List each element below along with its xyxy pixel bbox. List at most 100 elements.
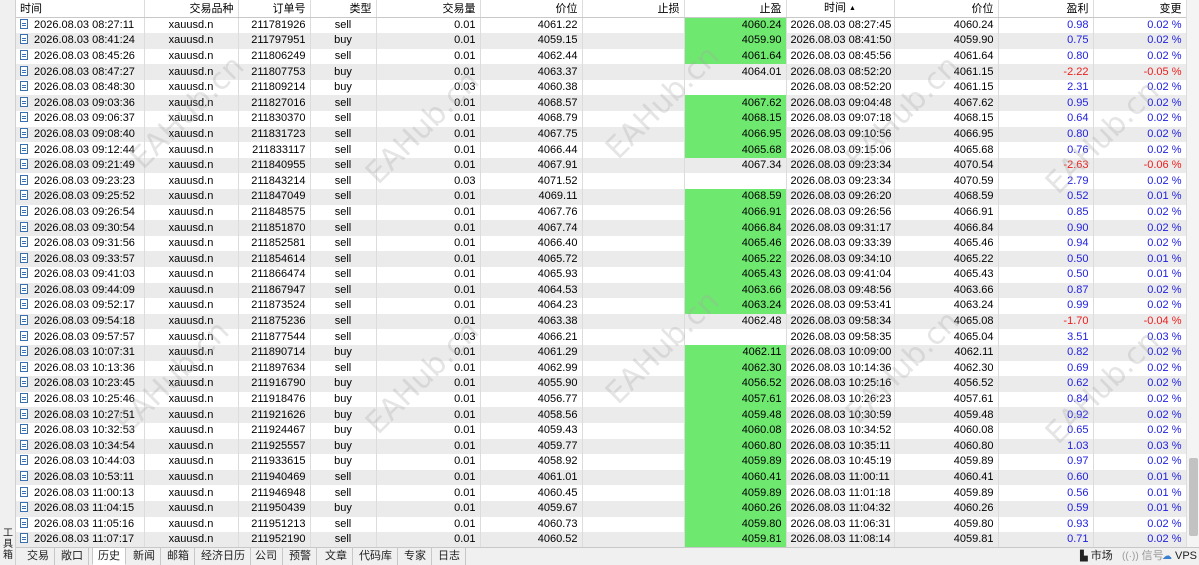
table-row[interactable]: 2026.08.03 10:32:53 xauusd.n 211924467 buy 0… — [16, 422, 1186, 439]
table-row[interactable]: 2026.08.03 10:27:51 xauusd.n 211921626 buy 0… — [16, 407, 1186, 423]
cell-volume: 0.01 — [376, 438, 481, 455]
table-row[interactable]: 2026.08.03 09:54:18 xauusd.n 211875236 sell… — [16, 313, 1186, 330]
column-header-price[interactable]: 价位 — [480, 0, 583, 18]
vps-status[interactable]: ☁ VPS — [1162, 548, 1197, 565]
table-row[interactable]: 2026.08.03 08:45:26 xauusd.n 211806249 sell… — [16, 48, 1186, 65]
table-row[interactable]: 2026.08.03 09:31:56 xauusd.n 211852581 sell… — [16, 235, 1186, 252]
cell-change: 0.03 % — [1093, 329, 1186, 345]
column-header-volume[interactable]: 交易量 — [376, 0, 481, 18]
cell-change: 0.02 % — [1093, 33, 1186, 49]
table-row[interactable]: 2026.08.03 10:44:03 xauusd.n 211933615 buy 0… — [16, 454, 1186, 470]
cell-close-time: 2026.08.03 10:35:11 — [786, 438, 895, 455]
tab-economic-calendar[interactable]: 经济日历 — [196, 548, 251, 565]
column-header-close-time[interactable]: 时间 ▲ — [786, 0, 895, 18]
tab-company[interactable]: 公司 — [250, 548, 283, 565]
table-row[interactable]: 2026.08.03 08:27:11 xauusd.n 211781926 sell… — [16, 17, 1186, 34]
table-row[interactable]: 2026.08.03 10:23:45 xauusd.n 211916790 buy 0… — [16, 376, 1186, 392]
table-row[interactable]: 2026.08.03 11:05:16 xauusd.n 211951213 sell… — [16, 516, 1186, 533]
table-row[interactable]: 2026.08.03 09:12:44 xauusd.n 211833117 sell… — [16, 142, 1186, 158]
table-row[interactable]: 2026.08.03 08:47:27 xauusd.n 211807753 buy 0… — [16, 64, 1186, 80]
vertical-scrollbar[interactable] — [1186, 0, 1199, 547]
cell-price: 4069.11 — [480, 189, 583, 205]
table-row[interactable]: 2026.08.03 09:08:40 xauusd.n 211831723 sell… — [16, 126, 1186, 143]
table-row[interactable]: 2026.08.03 09:06:37 xauusd.n 211830370 sell… — [16, 111, 1186, 127]
tab-news[interactable]: 新闻 — [128, 548, 161, 565]
table-row[interactable]: 2026.08.03 09:41:03 xauusd.n 211866474 sell… — [16, 267, 1186, 283]
cell-price: 4067.91 — [480, 157, 583, 174]
cell-close-price: 4060.80 — [894, 438, 999, 455]
cell-ticket: 211807753 — [238, 64, 311, 80]
column-header-time[interactable]: 时间 — [16, 0, 145, 18]
cell-volume: 0.01 — [376, 422, 481, 439]
table-row[interactable]: 2026.08.03 09:21:49 xauusd.n 211840955 sell… — [16, 157, 1186, 174]
tab-articles[interactable]: 文章 — [320, 548, 353, 565]
signal-status[interactable]: ((·)) 信号 — [1122, 548, 1164, 565]
cell-close-time: 2026.08.03 11:04:32 — [786, 500, 895, 517]
cell-stop-loss — [582, 251, 685, 267]
market-status[interactable]: ▙ 市场 — [1080, 548, 1113, 565]
column-header-stop-loss[interactable]: 止损 — [582, 0, 685, 18]
cell-volume: 0.01 — [376, 235, 481, 252]
column-header-change[interactable]: 变更 — [1093, 0, 1186, 18]
table-row[interactable]: 2026.08.03 09:52:17 xauusd.n 211873524 sell… — [16, 298, 1186, 314]
cell-stop-loss — [582, 204, 685, 221]
tab-trade[interactable]: 交易 — [22, 548, 55, 565]
cell-time: 2026.08.03 11:00:13 — [16, 485, 145, 501]
table-row[interactable]: 2026.08.03 11:00:13 xauusd.n 211946948 sell… — [16, 485, 1186, 501]
column-header-symbol[interactable]: 交易品种 — [144, 0, 239, 18]
cell-symbol: xauusd.n — [144, 220, 239, 236]
table-row[interactable]: 2026.08.03 09:03:36 xauusd.n 211827016 sell… — [16, 95, 1186, 112]
table-row[interactable]: 2026.08.03 09:44:09 xauusd.n 211867947 sell… — [16, 282, 1186, 299]
tab-mailbox[interactable]: 邮箱 — [162, 548, 195, 565]
tab-exposure[interactable]: 敞口 — [56, 548, 89, 565]
tab-journal[interactable]: 日志 — [433, 548, 466, 565]
cell-close-price: 4060.26 — [894, 500, 999, 517]
scrollbar-thumb[interactable] — [1189, 458, 1198, 536]
table-row[interactable]: 2026.08.03 08:48:30 xauusd.n 211809214 buy 0… — [16, 79, 1186, 96]
cell-volume: 0.01 — [376, 298, 481, 314]
cell-close-time: 2026.08.03 09:58:34 — [786, 313, 895, 330]
tab-history[interactable]: 历史 — [92, 548, 126, 565]
tab-experts[interactable]: 专家 — [399, 548, 432, 565]
cell-volume: 0.01 — [376, 407, 481, 423]
table-row[interactable]: 2026.08.03 09:57:57 xauusd.n 211877544 sell… — [16, 329, 1186, 345]
cell-volume: 0.01 — [376, 485, 481, 501]
column-header-profit[interactable]: 盈利 — [998, 0, 1094, 18]
column-header-ticket[interactable]: 订单号 — [238, 0, 311, 18]
column-header-take-profit[interactable]: 止盈 — [684, 0, 787, 18]
cell-symbol: xauusd.n — [144, 126, 239, 143]
cell-price: 4066.44 — [480, 142, 583, 158]
table-row[interactable]: 2026.08.03 10:13:36 xauusd.n 211897634 sell… — [16, 360, 1186, 377]
cell-change: 0.02 % — [1093, 173, 1186, 190]
cell-profit: 0.99 — [998, 298, 1094, 314]
cell-take-profit: 4063.24 — [684, 298, 787, 314]
cell-ticket: 211950439 — [238, 500, 311, 517]
column-header-close-price[interactable]: 价位 — [894, 0, 999, 18]
table-row[interactable]: 2026.08.03 08:41:24 xauusd.n 211797951 buy 0… — [16, 33, 1186, 49]
table-row[interactable]: 2026.08.03 09:33:57 xauusd.n 211854614 sell… — [16, 251, 1186, 267]
cell-ticket: 211946948 — [238, 485, 311, 501]
table-row[interactable]: 2026.08.03 10:34:54 xauusd.n 211925557 buy 0… — [16, 438, 1186, 455]
table-row[interactable]: 2026.08.03 11:07:17 xauusd.n 211952190 sell… — [16, 532, 1186, 547]
table-row[interactable]: 2026.08.03 09:30:54 xauusd.n 211851870 sell… — [16, 220, 1186, 236]
cell-volume: 0.01 — [376, 48, 481, 65]
toolbox-side-strip[interactable]: 工具箱 — [0, 0, 16, 565]
table-row[interactable]: 2026.08.03 10:25:46 xauusd.n 211918476 buy 0… — [16, 391, 1186, 408]
table-row[interactable]: 2026.08.03 10:07:31 xauusd.n 211890714 buy 0… — [16, 344, 1186, 361]
tab-code-base[interactable]: 代码库 — [354, 548, 398, 565]
table-row[interactable]: 2026.08.03 09:23:23 xauusd.n 211843214 sell… — [16, 173, 1186, 190]
cell-take-profit: 4067.34 — [684, 157, 787, 174]
cell-time: 2026.08.03 08:48:30 — [16, 79, 145, 96]
cell-close-price: 4065.04 — [894, 329, 999, 345]
cell-take-profit: 4059.80 — [684, 516, 787, 533]
cell-close-time: 2026.08.03 09:26:56 — [786, 204, 895, 221]
tab-alerts[interactable]: 预警 — [284, 548, 317, 565]
cell-time: 2026.08.03 09:06:37 — [16, 111, 145, 127]
column-header-type[interactable]: 类型 — [310, 0, 377, 18]
table-row[interactable]: 2026.08.03 09:26:54 xauusd.n 211848575 sell… — [16, 204, 1186, 221]
table-row[interactable]: 2026.08.03 09:25:52 xauusd.n 211847049 sell… — [16, 189, 1186, 205]
cell-price: 4058.56 — [480, 407, 583, 423]
cell-time: 2026.08.03 10:34:54 — [16, 438, 145, 455]
table-row[interactable]: 2026.08.03 11:04:15 xauusd.n 211950439 buy 0… — [16, 500, 1186, 517]
table-row[interactable]: 2026.08.03 10:53:11 xauusd.n 211940469 sell… — [16, 469, 1186, 486]
